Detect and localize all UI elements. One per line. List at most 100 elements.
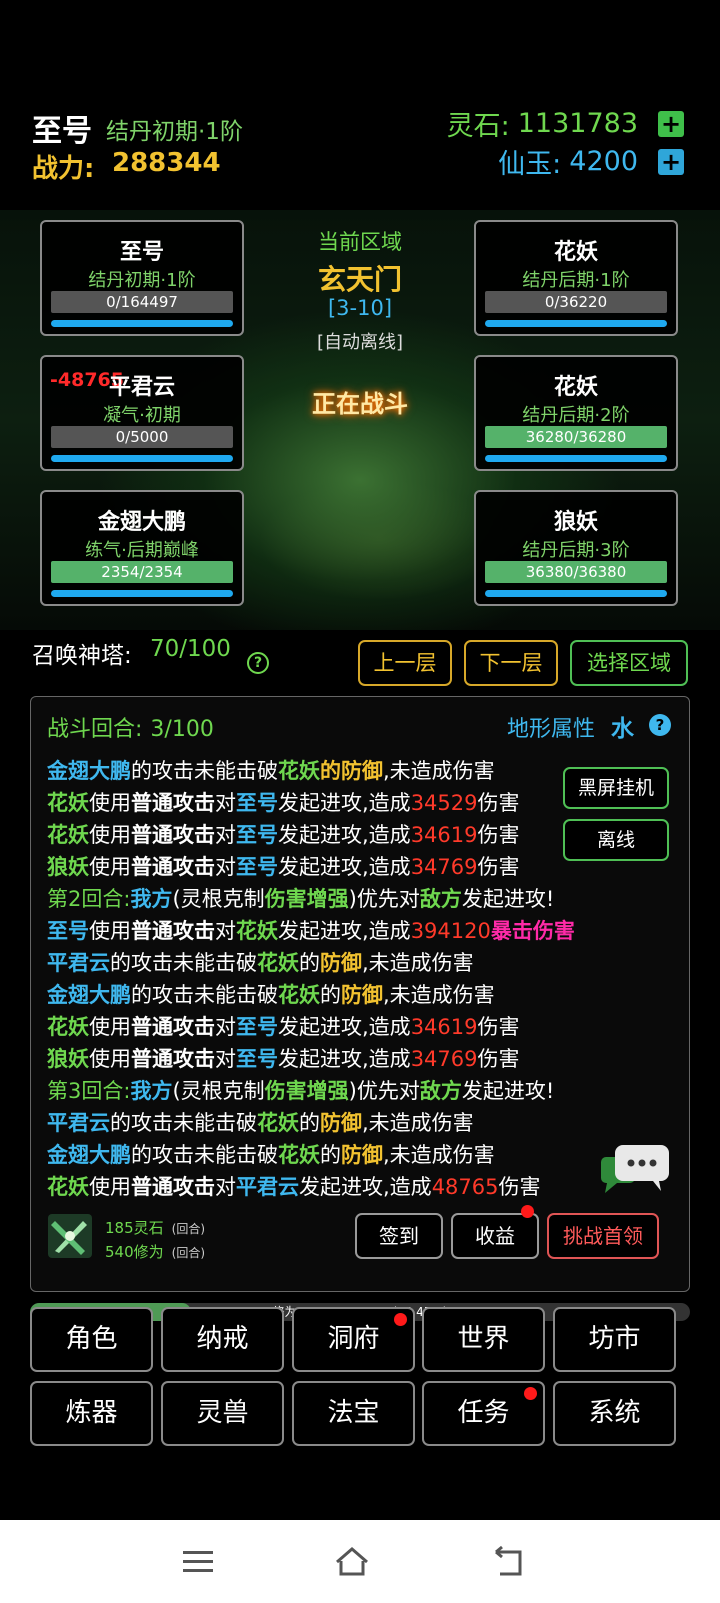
nav-button[interactable]: 灵兽 (161, 1381, 284, 1446)
select-zone-button[interactable]: 选择区域 (570, 640, 688, 686)
log-line: 平君云的攻击未能击破花妖的防御,未造成伤害 (47, 1107, 687, 1139)
challenge-boss-button[interactable]: 挑战首领 (547, 1213, 659, 1259)
reward-cultivation: 540修为 (回合) (105, 1241, 205, 1262)
nav-button[interactable]: 系统 (553, 1381, 676, 1446)
nav-button[interactable]: 世界 (422, 1307, 545, 1372)
income-notification-dot (521, 1205, 534, 1218)
mana-bar (51, 590, 233, 597)
log-segment: 对 (215, 791, 236, 815)
log-segment: 伤害增强 (264, 887, 349, 911)
log-segment: 对 (215, 823, 236, 847)
log-segment: 花妖 (47, 823, 89, 847)
log-segment: 34769 (410, 855, 478, 879)
log-segment: 34529 (410, 791, 478, 815)
log-segment: 的攻击未能击破 (131, 759, 278, 783)
notification-dot (524, 1387, 537, 1400)
checkin-button[interactable]: 签到 (355, 1213, 443, 1259)
spirit-stone-label: 灵石: (446, 111, 510, 142)
mana-bar (485, 455, 667, 462)
log-segment: 金翅大鹏 (47, 759, 131, 783)
log-segment: 伤害 (477, 855, 520, 879)
log-segment: 对 (215, 1047, 236, 1071)
mana-bar (51, 320, 233, 327)
log-segment: 我方 (130, 887, 173, 911)
nav-button[interactable]: 炼器 (30, 1381, 153, 1446)
log-line: 平君云的攻击未能击破花妖的防御,未造成伤害 (47, 947, 687, 979)
log-segment: 平君云 (47, 1111, 110, 1135)
power-value: 288344 (112, 148, 221, 178)
log-segment: 的 (299, 1111, 320, 1135)
battle-log-panel: 战斗回合:3/100 地形属性 水 ? 平君云的攻击未能击破花妖的防御,未造成伤… (30, 696, 690, 1292)
tower-label: 召唤神塔: (32, 643, 132, 669)
menu-icon[interactable] (180, 1544, 216, 1580)
log-segment: 防御 (341, 983, 383, 1007)
log-segment: 普通攻击 (131, 791, 215, 815)
home-icon[interactable] (334, 1544, 370, 1580)
log-segment: 的 (320, 983, 341, 1007)
log-segment: 防御 (341, 1143, 383, 1167)
log-segment: 花妖 (257, 1111, 299, 1135)
nav-button[interactable]: 角色 (30, 1307, 153, 1372)
log-segment: 对 (215, 919, 236, 943)
next-floor-button[interactable]: 下一层 (464, 640, 558, 686)
mana-bar (485, 590, 667, 597)
chat-icon[interactable] (601, 1143, 671, 1195)
log-segment: 使用 (89, 791, 131, 815)
log-segment: 的攻击未能击破 (110, 1111, 257, 1135)
log-line: 金翅大鹏的攻击未能击破花妖的防御,未造成伤害 (47, 979, 687, 1011)
ally-card[interactable]: 金翅大鹏 练气·后期巅峰 2354/2354 (40, 490, 244, 606)
nav-button[interactable]: 坊市 (553, 1307, 676, 1372)
notification-dot (394, 1313, 407, 1326)
log-segment: 的攻击未能击破 (110, 951, 257, 975)
system-nav-bar (0, 1520, 720, 1603)
log-segment: 第3回合: (47, 1079, 131, 1103)
income-button[interactable]: 收益 (451, 1213, 539, 1259)
log-line: 花妖使用普通攻击对至号发起进攻,造成34619伤害 (47, 1011, 687, 1043)
log-segment: 普通攻击 (131, 823, 215, 847)
log-segment: 我方 (130, 1079, 173, 1103)
log-line: 花妖使用普通攻击对平君云发起进攻,造成48765伤害 (47, 1171, 687, 1203)
zone-mode: [自动离线] (316, 332, 404, 353)
log-segment: 发起进攻! (461, 1079, 555, 1103)
log-segment: 的攻击未能击破 (131, 1143, 278, 1167)
log-segment: 伤害增强 (264, 1079, 349, 1103)
reward-stone: 185灵石 (回合) (105, 1217, 205, 1238)
player-name: 至号 (32, 114, 92, 149)
hp-bar: 2354/2354 (51, 561, 233, 583)
unit-realm: 结丹后期·3阶 (522, 540, 630, 561)
log-segment: 34619 (410, 1015, 478, 1039)
log-segment: 发起进攻,造成 (299, 1175, 432, 1199)
log-segment: 至号 (236, 823, 278, 847)
log-line: 至号使用普通攻击对花妖发起进攻,造成394120暴击伤害 (47, 915, 687, 947)
tower-help-icon[interactable]: ? (247, 652, 269, 674)
log-segment: 对 (215, 855, 236, 879)
nav-button[interactable]: 纳戒 (161, 1307, 284, 1372)
enemy-card[interactable]: 狼妖 结丹后期·3阶 36380/36380 (474, 490, 678, 606)
log-segment: 的 (299, 951, 320, 975)
hp-bar: 0/5000 (51, 426, 233, 448)
unit-realm: 练气·后期巅峰 (85, 540, 199, 561)
add-jade-button[interactable]: + (658, 148, 684, 175)
nav-button[interactable]: 法宝 (292, 1381, 415, 1446)
per-round-label: (回合) (171, 1246, 206, 1260)
prev-floor-button[interactable]: 上一层 (358, 640, 452, 686)
blackscreen-idle-button[interactable]: 黑屏挂机 (563, 767, 669, 809)
log-segment: 伤害 (477, 1015, 520, 1039)
log-segment: 普通攻击 (131, 1015, 215, 1039)
log-segment: (灵根克制 (172, 887, 265, 911)
log-segment: 第2回合: (47, 887, 131, 911)
add-stone-button[interactable]: + (658, 110, 684, 137)
log-segment: 花妖 (47, 791, 89, 815)
log-line: 第3回合:我方(灵根克制伤害增强)优先对敌方发起进攻! (47, 1075, 687, 1107)
back-icon[interactable] (490, 1544, 526, 1580)
log-segment: 使用 (89, 1015, 131, 1039)
hp-bar: 36280/36280 (485, 426, 667, 448)
log-segment: 花妖 (47, 1015, 89, 1039)
log-segment: 普通攻击 (131, 1047, 215, 1071)
log-segment: 使用 (89, 1047, 131, 1071)
offline-button[interactable]: 离线 (563, 819, 669, 861)
player-realm: 结丹初期·1阶 (106, 119, 243, 145)
battle-log[interactable]: 平君云的攻击未能击破花妖的防御,未造成伤害金翅大鹏的攻击未能击破花妖的防御,未造… (47, 745, 687, 1215)
terrain-help-icon[interactable]: ? (649, 714, 671, 736)
mana-bar (485, 320, 667, 327)
